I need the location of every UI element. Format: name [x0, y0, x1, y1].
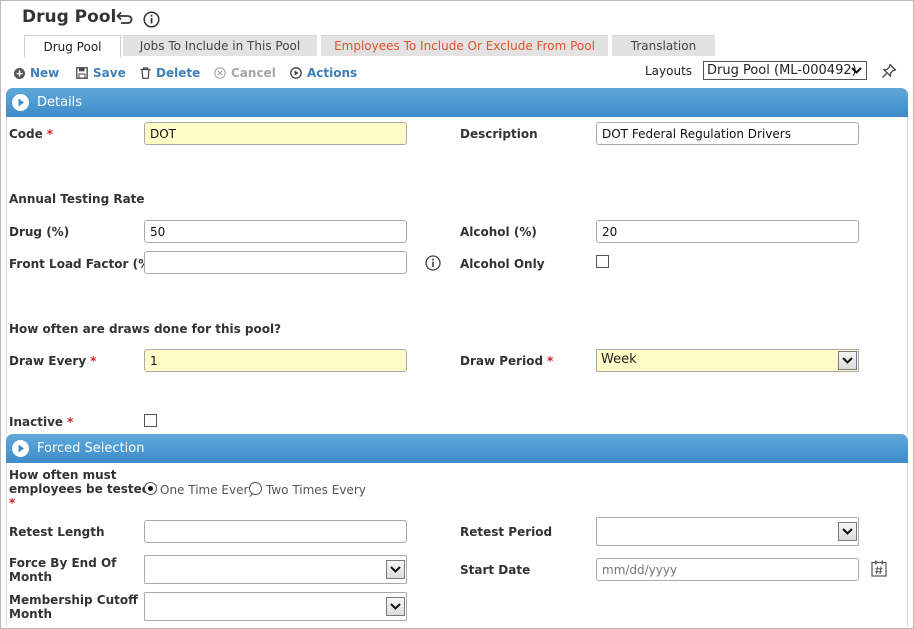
- cutoff-label: Membership Cutoff Month: [9, 593, 138, 621]
- tab-label: Drug Pool: [43, 39, 102, 54]
- tab-translation[interactable]: Translation: [612, 35, 715, 56]
- new-label: New: [30, 66, 60, 80]
- start-date-label: Start Date: [460, 563, 531, 577]
- delete-button[interactable]: Delete: [140, 65, 200, 81]
- drug-label: Drug (%): [9, 225, 70, 239]
- cancel-label: Cancel: [231, 66, 276, 80]
- chevron-down-icon: [386, 560, 405, 579]
- alcohol-only-label: Alcohol Only: [460, 257, 545, 271]
- start-date-input[interactable]: [596, 558, 859, 581]
- draw-period-select[interactable]: Week: [596, 349, 859, 372]
- layouts-value: Drug Pool (ML-000492): [707, 63, 857, 78]
- play-circle-icon: [290, 67, 302, 79]
- add-icon: [14, 67, 25, 79]
- retest-period-label: Retest Period: [460, 525, 553, 539]
- two-times-radio[interactable]: [249, 482, 262, 495]
- drug-input[interactable]: [144, 220, 407, 243]
- annual-testing-heading: Annual Testing Rate: [9, 192, 145, 206]
- retest-length-label: Retest Length: [9, 525, 105, 539]
- alcohol-label: Alcohol (%): [460, 225, 537, 239]
- two-times-label: Two Times Every: [266, 483, 366, 497]
- inactive-label: Inactive *: [9, 415, 74, 429]
- alcohol-only-checkbox[interactable]: [596, 255, 609, 268]
- required-marker: *: [67, 415, 74, 429]
- save-label: Save: [93, 66, 126, 80]
- tab-label: Employees To Include Or Exclude From Poo…: [334, 39, 595, 53]
- required-marker: *: [547, 354, 554, 368]
- new-button[interactable]: New: [14, 65, 59, 81]
- save-button[interactable]: Save: [76, 65, 126, 81]
- front-load-input[interactable]: [144, 251, 407, 274]
- draws-heading: How often are draws done for this pool?: [9, 322, 282, 336]
- required-marker: *: [9, 496, 16, 510]
- chevron-down-icon: [386, 597, 405, 616]
- tab-employees[interactable]: Employees To Include Or Exclude From Poo…: [321, 35, 608, 56]
- one-time-label: One Time Every: [160, 483, 256, 497]
- inactive-checkbox[interactable]: [144, 414, 157, 427]
- code-label: Code *: [9, 127, 54, 141]
- info-icon[interactable]: [142, 10, 160, 28]
- code-input[interactable]: [144, 122, 407, 145]
- front-load-label: Front Load Factor (%): [9, 257, 156, 271]
- delete-label: Delete: [156, 66, 201, 80]
- tab-label: Translation: [630, 39, 697, 53]
- calendar-icon[interactable]: [870, 559, 888, 577]
- retest-length-input[interactable]: [144, 520, 407, 543]
- tab-drug-pool[interactable]: Drug Pool: [24, 35, 121, 57]
- layouts-select[interactable]: Drug Pool (ML-000492): [703, 61, 867, 80]
- undo-icon[interactable]: [115, 11, 133, 27]
- actions-button[interactable]: Actions: [290, 65, 357, 81]
- draw-every-input[interactable]: [144, 349, 407, 372]
- how-often-label: How often must employees be tested? *: [9, 468, 158, 510]
- cancel-icon: [214, 67, 226, 79]
- draw-every-label: Draw Every *: [9, 354, 97, 368]
- expand-icon: [12, 94, 29, 111]
- alcohol-input[interactable]: [596, 220, 859, 243]
- description-input[interactable]: [596, 122, 859, 145]
- pin-icon[interactable]: [880, 62, 898, 80]
- forced-title: Forced Selection: [37, 441, 145, 456]
- one-time-radio[interactable]: [144, 482, 157, 495]
- trash-icon: [140, 67, 151, 79]
- force-by-label: Force By End Of Month: [9, 556, 117, 584]
- draw-period-value: Week: [601, 352, 637, 367]
- actions-label: Actions: [307, 66, 358, 80]
- details-section-header[interactable]: Details: [6, 88, 908, 117]
- chevron-down-icon: [849, 63, 864, 78]
- page-title: Drug Pool: [22, 7, 117, 27]
- details-panel: [6, 117, 908, 434]
- cutoff-select[interactable]: [144, 592, 407, 621]
- chevron-down-icon: [838, 351, 857, 370]
- force-by-select[interactable]: [144, 555, 407, 584]
- description-label: Description: [460, 127, 538, 141]
- tab-jobs[interactable]: Jobs To Include in This Pool: [123, 35, 317, 56]
- required-marker: *: [90, 354, 97, 368]
- chevron-down-icon: [838, 522, 857, 541]
- save-icon: [76, 67, 88, 79]
- expand-icon: [12, 440, 29, 457]
- layouts-label: Layouts: [645, 64, 693, 78]
- retest-period-select[interactable]: [596, 517, 859, 546]
- info-icon[interactable]: [424, 254, 441, 271]
- required-marker: *: [46, 127, 54, 141]
- details-title: Details: [37, 95, 83, 110]
- cancel-button[interactable]: Cancel: [214, 65, 276, 81]
- tab-label: Jobs To Include in This Pool: [139, 39, 301, 53]
- draw-period-label: Draw Period *: [460, 354, 554, 368]
- forced-section-header[interactable]: Forced Selection: [6, 434, 908, 463]
